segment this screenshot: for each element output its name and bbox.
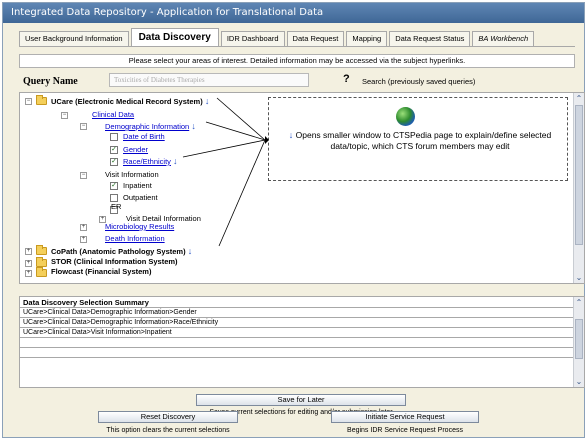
summary-row[interactable] (20, 348, 573, 358)
connector-line (218, 139, 266, 247)
reset-discovery-button[interactable]: Reset Discovery (98, 411, 238, 423)
scroll-down-icon[interactable]: ⌄ (574, 376, 584, 387)
initiate-service-request-button[interactable]: Initiate Service Request (331, 411, 479, 423)
selection-summary-panel: Data Discovery Selection Summary UCare>C… (19, 296, 585, 388)
summary-row[interactable]: UCare>Clinical Data>Demographic Informat… (20, 308, 573, 318)
summary-row[interactable]: UCare>Clinical Data>Visit Information>In… (20, 328, 573, 338)
summary-row[interactable]: UCare>Clinical Data>Demographic Informat… (20, 318, 573, 328)
summary-row[interactable] (20, 338, 573, 348)
connector-arrowhead (265, 136, 269, 144)
connector-line (216, 97, 266, 141)
initiate-caption: Begins IDR Service Request Process (347, 427, 463, 434)
connector-line (182, 139, 266, 158)
scroll-thumb[interactable] (575, 319, 583, 359)
reset-caption: This option clears the current selection… (106, 427, 230, 434)
summary-scrollbar[interactable]: ⌃ ⌄ (573, 297, 584, 387)
scroll-up-icon[interactable]: ⌃ (574, 297, 584, 308)
summary-title: Data Discovery Selection Summary (20, 297, 584, 308)
save-for-later-button[interactable]: Save for Later (196, 394, 406, 406)
connector-line (205, 121, 266, 141)
application-window: Integrated Data Repository - Application… (2, 2, 585, 438)
